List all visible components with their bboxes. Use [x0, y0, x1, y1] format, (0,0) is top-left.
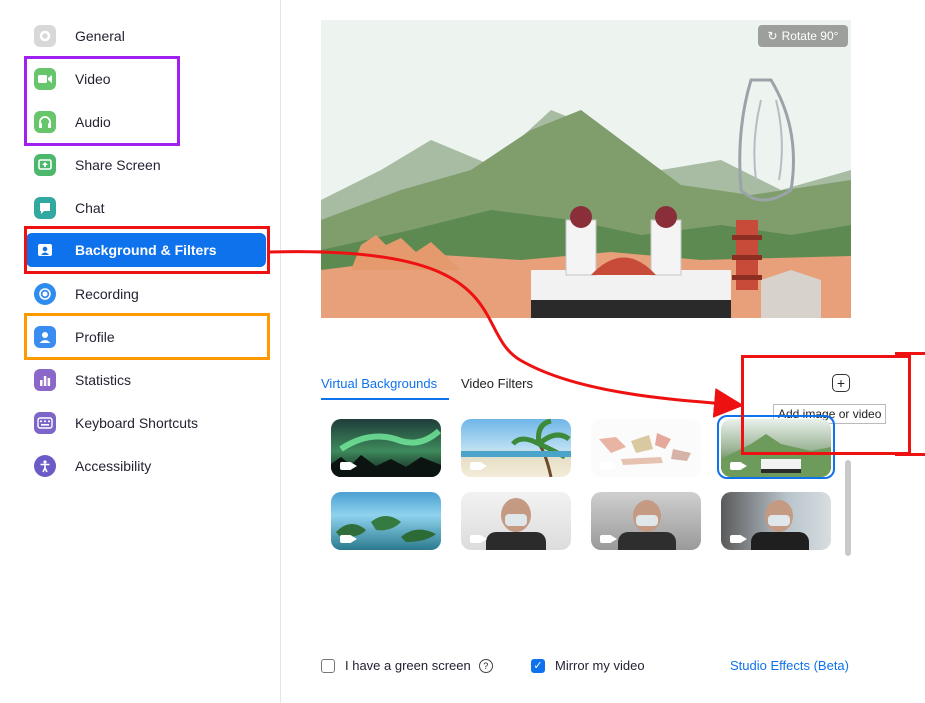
help-icon[interactable]: ?	[478, 658, 493, 673]
studio-effects-link[interactable]: Studio Effects (Beta)	[730, 658, 849, 673]
annotation-arrow	[269, 250, 744, 418]
mirror-video-option[interactable]: ✓ Mirror my video	[531, 658, 645, 673]
green-screen-option[interactable]: I have a green screen ?	[321, 658, 493, 673]
mirror-video-checkbox[interactable]: ✓	[531, 658, 545, 673]
green-screen-checkbox[interactable]	[321, 658, 335, 673]
